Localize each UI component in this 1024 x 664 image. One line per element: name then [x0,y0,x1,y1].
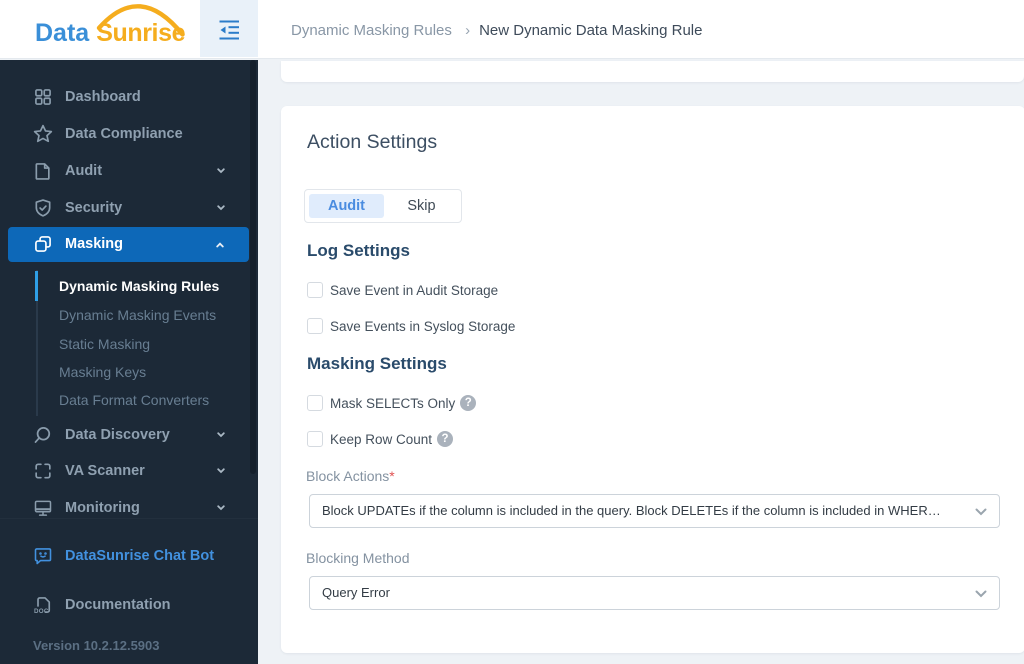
svg-text:DOC: DOC [34,608,49,615]
